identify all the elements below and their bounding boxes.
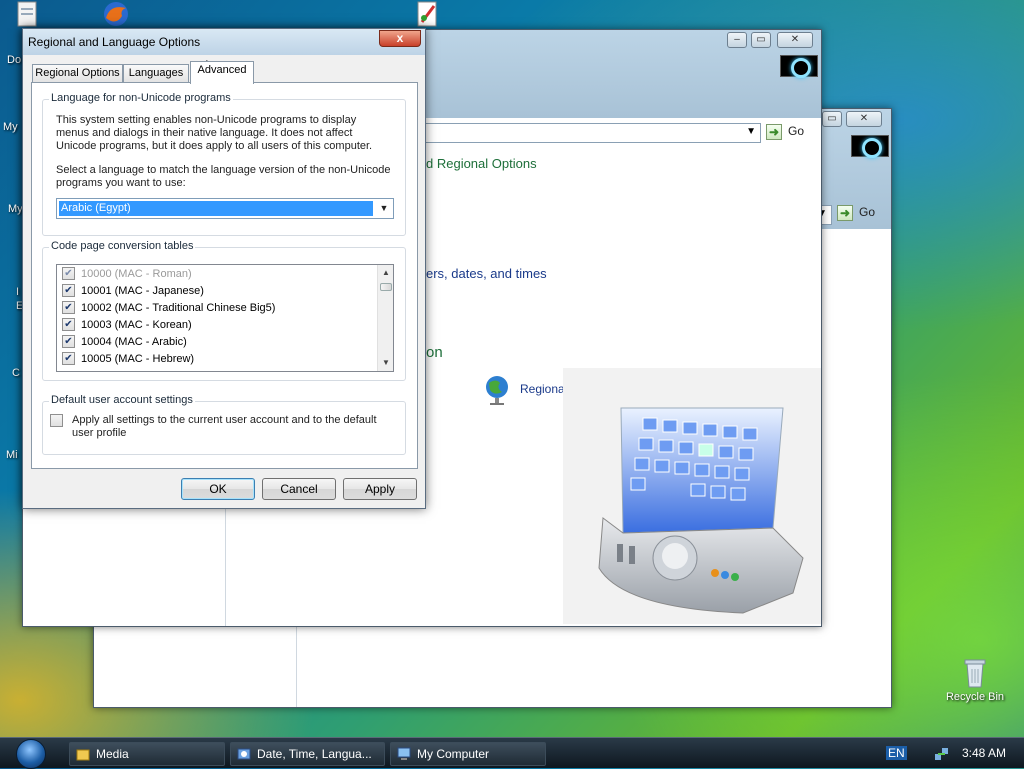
scroll-down-icon[interactable]: ▼ <box>378 355 393 371</box>
heading-partial: on <box>426 344 443 361</box>
globe-icon <box>486 376 508 405</box>
code-page-item[interactable]: ✔ 10000 (MAC - Roman) <box>62 266 192 283</box>
desktop-label-cut: C <box>12 367 20 379</box>
ok-button[interactable]: OK <box>181 478 255 500</box>
minimize-button[interactable]: – <box>727 32 747 48</box>
desktop-label-cut: I <box>16 286 20 298</box>
dialog-title: Regional and Language Options <box>28 35 201 49</box>
code-page-label: 10003 (MAC - Korean) <box>81 319 192 331</box>
desktop-documents-icon[interactable] <box>6 0 46 30</box>
desktop-label-cut: My <box>3 121 18 133</box>
desktop-label-cut: Do <box>7 54 22 66</box>
regional-language-illustration <box>563 368 821 624</box>
scroll-up-icon[interactable]: ▲ <box>378 265 393 281</box>
desktop-label-cut: Mi <box>6 449 18 461</box>
checkbox[interactable]: ✔ <box>62 266 75 280</box>
code-page-item[interactable]: ✔ 10005 (MAC - Hebrew) <box>62 351 194 368</box>
checkbox[interactable]: ✔ <box>62 300 75 314</box>
non-unicode-legend: Language for non-Unicode programs <box>49 92 233 104</box>
apply-button[interactable]: Apply <box>343 478 417 500</box>
cancel-button[interactable]: Cancel <box>262 478 336 500</box>
close-button[interactable]: ✕ <box>846 111 882 127</box>
recycle-bin-label: Recycle Bin <box>945 691 1005 703</box>
clock[interactable]: 3:48 AM <box>962 746 1006 760</box>
desktop-firefox-icon[interactable] <box>96 0 136 30</box>
go-label: Go <box>859 205 876 220</box>
language-indicator[interactable]: EN <box>886 746 907 760</box>
non-unicode-group: Language for non-Unicode programs This s… <box>42 92 406 236</box>
list-scrollbar[interactable]: ▲ ▼ <box>377 265 393 371</box>
dropdown-arrow-icon[interactable]: ▼ <box>375 199 393 218</box>
taskbar-item-label: Date, Time, Langua... <box>257 747 372 761</box>
apply-default-checkbox[interactable] <box>50 414 63 427</box>
link-regional-options[interactable]: d Regional Options <box>426 156 537 171</box>
code-page-item[interactable]: ✔ 10003 (MAC - Korean) <box>62 317 192 334</box>
checkbox[interactable]: ✔ <box>62 351 75 365</box>
start-button[interactable] <box>14 738 50 769</box>
maximize-button[interactable]: ▭ <box>822 111 842 127</box>
recycle-bin[interactable]: Recycle Bin <box>940 655 1010 703</box>
windows-logo-icon <box>851 135 889 158</box>
code-page-item[interactable]: ✔ 10002 (MAC - Traditional Chinese Big5) <box>62 300 275 317</box>
selected-language: Arabic (Egypt) <box>59 201 373 216</box>
code-page-label: 10002 (MAC - Traditional Chinese Big5) <box>81 302 276 314</box>
regional-language-options-dialog[interactable]: Regional and Language Options x Regional… <box>22 28 426 509</box>
desktop-paint-icon[interactable] <box>406 0 446 30</box>
firefox-icon <box>104 2 128 26</box>
checkbox[interactable]: ✔ <box>62 334 75 348</box>
dialog-title-bar[interactable]: Regional and Language Options <box>23 29 425 55</box>
address-bar[interactable]: ▼ <box>423 123 761 143</box>
non-unicode-description: This system setting enables non-Unicode … <box>56 114 373 152</box>
windows-logo-icon <box>780 55 818 78</box>
computer-icon <box>397 747 411 760</box>
desktop-label-cut: My <box>8 203 23 215</box>
checkbox[interactable]: ✔ <box>62 317 75 331</box>
windows-orb-icon <box>16 739 46 769</box>
code-page-legend: Code page conversion tables <box>49 240 196 252</box>
code-page-label: 10004 (MAC - Arabic) <box>81 336 187 348</box>
dialog-close-button[interactable]: x <box>379 30 421 47</box>
taskbar-item-label: Media <box>96 747 129 761</box>
code-page-label: 10001 (MAC - Japanese) <box>81 285 204 297</box>
control-panel-icon <box>237 748 251 760</box>
advanced-tab-panel: Language for non-Unicode programs This s… <box>31 82 418 469</box>
taskbar: Media Date, Time, Langua... My Computer … <box>0 737 1024 769</box>
document-icon <box>17 1 37 27</box>
code-page-label: 10005 (MAC - Hebrew) <box>81 353 195 365</box>
go-arrow-icon: ➜ <box>766 124 782 140</box>
tab-languages[interactable]: Languages <box>123 64 189 83</box>
taskbar-item-date-time-language[interactable]: Date, Time, Langua... <box>230 742 385 766</box>
checkbox[interactable]: ✔ <box>62 283 75 297</box>
default-user-group: Default user account settings Apply all … <box>42 394 406 455</box>
code-page-group: Code page conversion tables ✔ 10000 (MAC … <box>42 240 406 381</box>
default-user-legend: Default user account settings <box>49 394 195 406</box>
apply-default-label[interactable]: Apply all settings to the current user a… <box>72 414 390 440</box>
go-button[interactable]: ➜ Go <box>837 205 875 225</box>
folder-icon <box>76 749 90 761</box>
code-page-item[interactable]: ✔ 10001 (MAC - Japanese) <box>62 283 204 300</box>
code-page-item[interactable]: ✔ 10004 (MAC - Arabic) <box>62 334 187 351</box>
network-icon[interactable] <box>934 746 950 762</box>
code-page-label: 10000 (MAC - Roman) <box>81 268 192 280</box>
close-button[interactable]: ✕ <box>777 32 813 48</box>
link-numbers-dates-times[interactable]: ers, dates, and times <box>426 266 547 281</box>
go-label: Go <box>788 124 805 139</box>
maximize-button[interactable]: ▭ <box>751 32 771 48</box>
go-button[interactable]: ➜ Go <box>766 124 804 144</box>
non-unicode-prompt: Select a language to match the language … <box>56 164 391 189</box>
tab-advanced[interactable]: Advanced <box>190 61 254 84</box>
dropdown-arrow-icon[interactable]: ▼ <box>746 126 756 137</box>
taskbar-item-media[interactable]: Media <box>69 742 225 766</box>
go-arrow-icon: ➜ <box>837 205 853 221</box>
taskbar-item-my-computer[interactable]: My Computer <box>390 742 546 766</box>
taskbar-item-label: My Computer <box>417 747 490 761</box>
tab-regional-options[interactable]: Regional Options <box>32 64 123 83</box>
paint-icon <box>417 1 437 27</box>
scroll-thumb[interactable] <box>380 283 392 291</box>
recycle-bin-icon <box>964 659 986 688</box>
language-select[interactable]: Arabic (Egypt) ▼ <box>56 198 394 219</box>
code-page-list[interactable]: ✔ 10000 (MAC - Roman) ✔ 10001 (MAC - Japan… <box>56 264 394 372</box>
